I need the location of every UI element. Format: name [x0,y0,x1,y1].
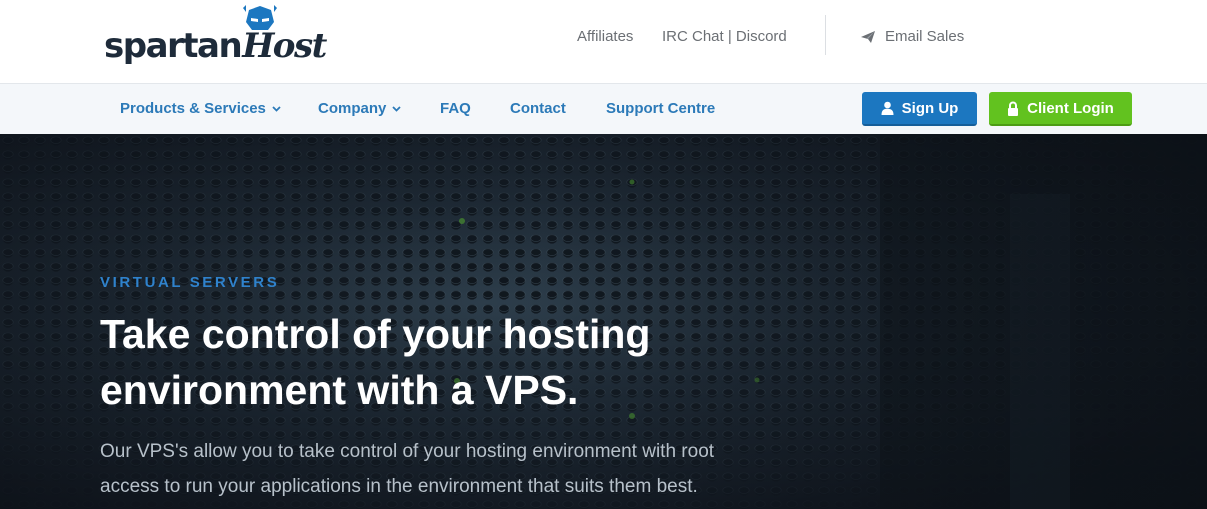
hero-eyebrow: VIRTUAL SERVERS [100,274,280,291]
nav-faq[interactable]: FAQ [440,100,471,117]
brand-logo[interactable]: spartanHost [104,4,327,74]
lock-icon [1008,101,1019,116]
hero-banner: VIRTUAL SERVERS Take control of your hos… [0,134,1207,509]
brand-wordmark: spartanHost [104,26,327,66]
nav-products-services[interactable]: Products & Services [120,100,281,117]
nav-company[interactable]: Company [318,100,401,117]
header-divider [825,15,826,55]
nav-support-centre[interactable]: Support Centre [606,100,715,117]
email-sales-link[interactable]: Email Sales [860,28,964,45]
sign-up-button[interactable]: Sign Up [862,92,977,126]
nav-products-label: Products & Services [120,100,266,117]
chat-discord-link[interactable]: IRC Chat | Discord [662,28,787,48]
top-header: spartanHost Affiliates IRC Chat | Discor… [0,0,1207,84]
chevron-down-icon [392,105,401,112]
nav-company-label: Company [318,100,387,117]
nav-contact[interactable]: Contact [510,100,566,117]
email-sales-label: Email Sales [885,28,965,45]
client-login-label: Client Login [1027,99,1114,117]
client-login-button[interactable]: Client Login [989,92,1132,126]
hero-headline: Take control of your hosting environment… [100,311,651,413]
paper-plane-icon [861,30,875,43]
user-icon [881,101,894,115]
sign-up-label: Sign Up [901,99,959,117]
chevron-down-icon [272,105,281,112]
affiliates-link[interactable]: Affiliates [577,28,633,48]
hero-description: Our VPS's allow you to take control of y… [100,441,715,497]
